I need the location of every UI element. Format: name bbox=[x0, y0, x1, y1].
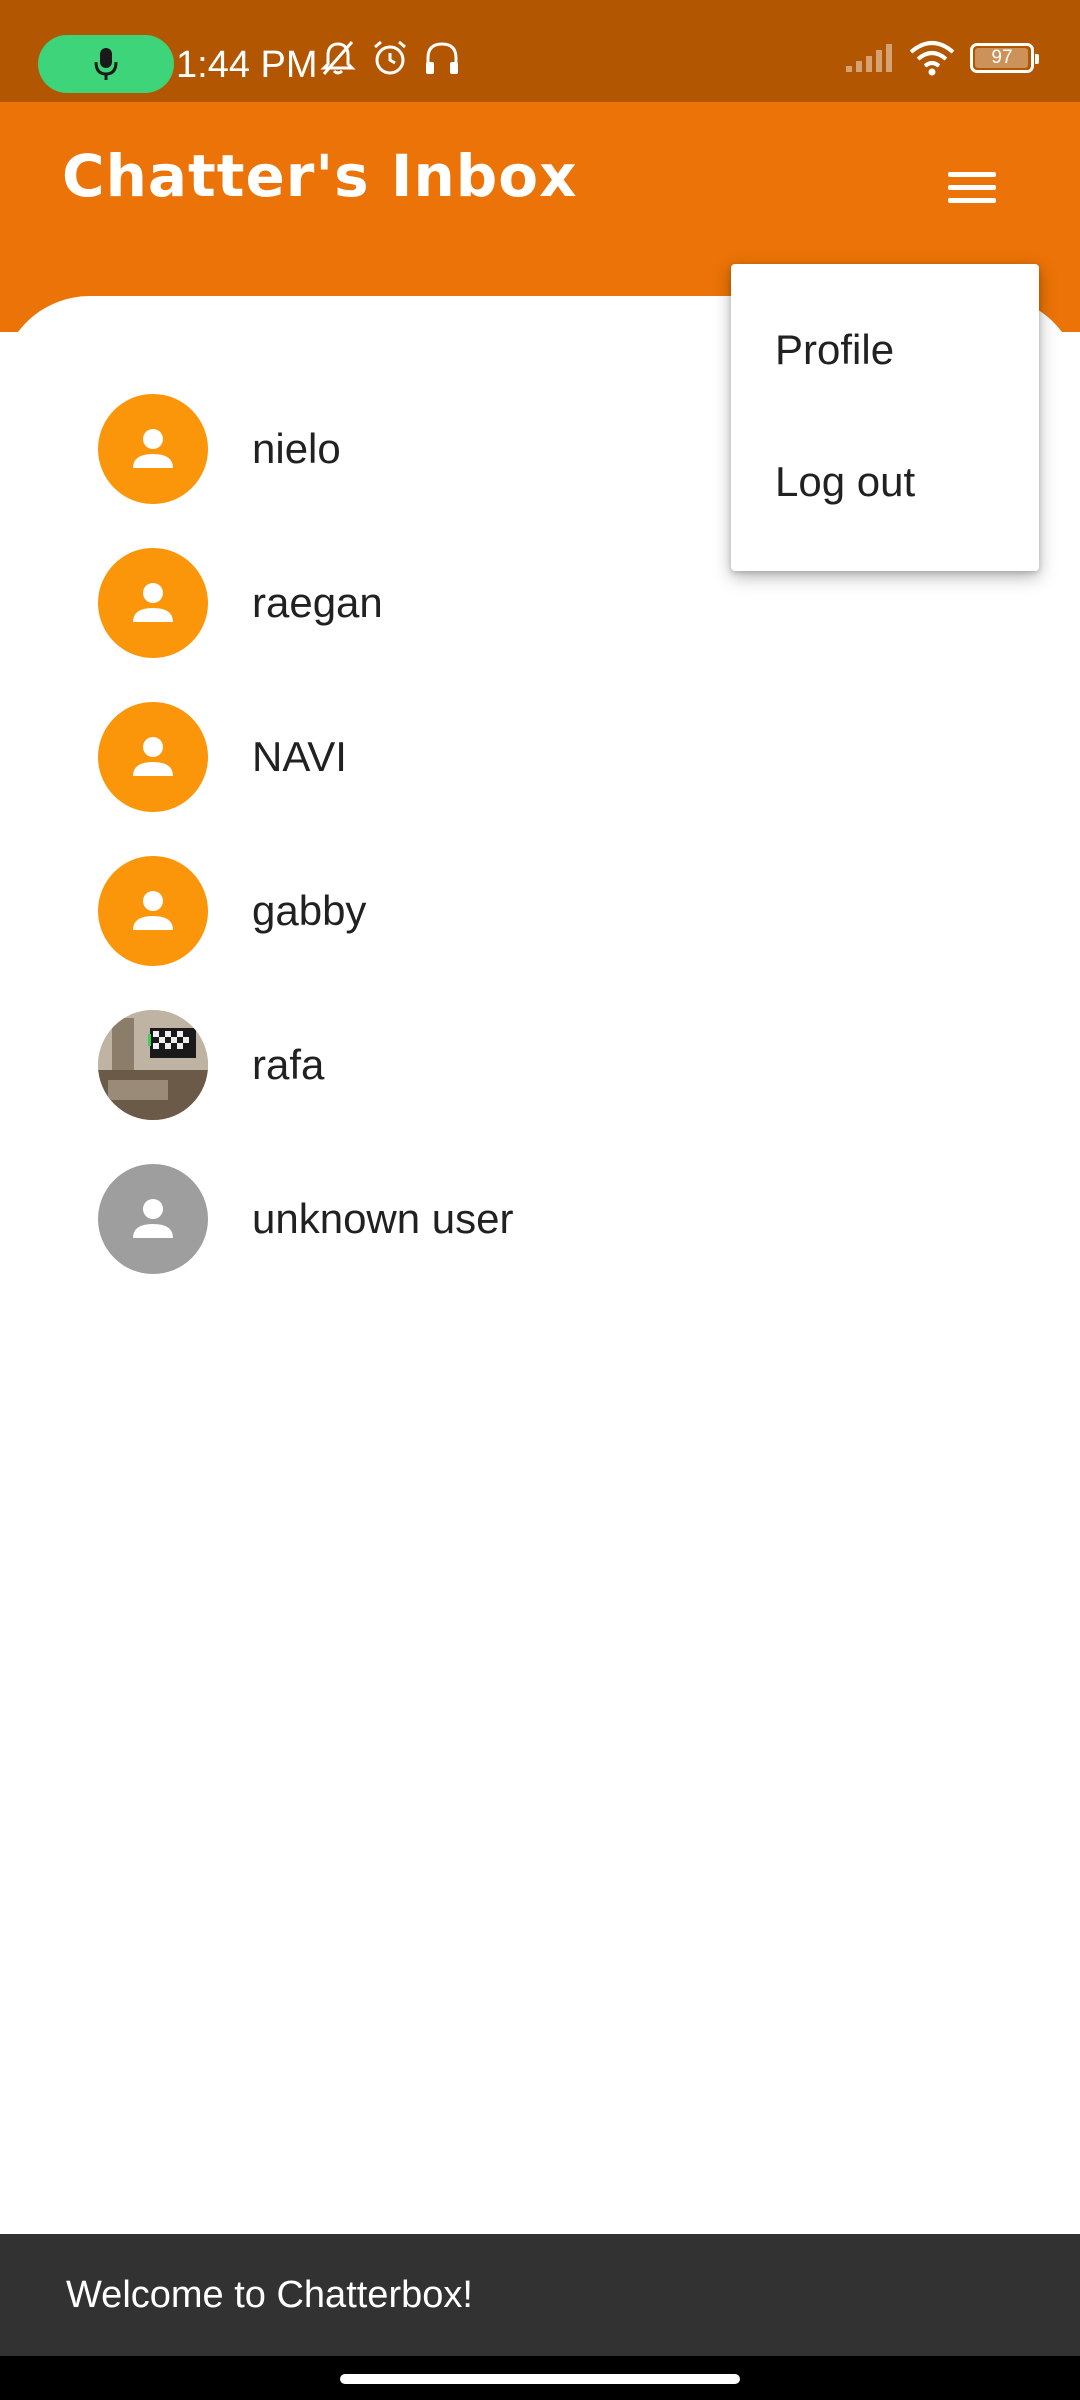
inbox-content: nielo raegan NAVI gabby rafa unknown use… bbox=[0, 296, 1080, 2236]
avatar bbox=[98, 394, 208, 504]
menu-button[interactable] bbox=[930, 146, 1014, 230]
battery-level: 97 bbox=[991, 47, 1013, 68]
list-item[interactable]: NAVI bbox=[0, 680, 1080, 834]
home-indicator[interactable] bbox=[340, 2374, 740, 2384]
person-icon bbox=[133, 1199, 173, 1238]
headset-icon bbox=[426, 42, 458, 74]
menu-item-logout[interactable]: Log out bbox=[731, 416, 1039, 548]
alarm-icon bbox=[374, 40, 406, 75]
user-name: NAVI bbox=[252, 733, 347, 780]
overflow-menu: Profile Log out bbox=[731, 264, 1039, 571]
list-item[interactable]: unknown user bbox=[0, 1142, 1080, 1296]
avatar bbox=[98, 548, 208, 658]
status-icons-right: 97 bbox=[844, 40, 1039, 76]
navigation-bar bbox=[0, 2356, 1080, 2400]
person-icon bbox=[133, 737, 173, 776]
user-name: gabby bbox=[252, 887, 367, 934]
user-name: nielo bbox=[252, 425, 341, 472]
status-icons-left bbox=[318, 38, 462, 78]
status-time: 1:44 PM bbox=[176, 44, 318, 86]
user-name: raegan bbox=[252, 579, 383, 626]
snackbar-message: Welcome to Chatterbox! bbox=[66, 2273, 473, 2316]
wifi-icon bbox=[909, 41, 955, 76]
battery-icon: 97 bbox=[970, 43, 1039, 73]
inbox-screen: 1:44 PM 97 Chatter's Inbox nielo raegan … bbox=[0, 0, 1080, 2400]
room-photo-image bbox=[98, 1010, 208, 1120]
avatar bbox=[98, 856, 208, 966]
avatar-photo bbox=[98, 1010, 208, 1120]
menu-item-profile[interactable]: Profile bbox=[731, 284, 1039, 416]
user-name: rafa bbox=[252, 1041, 325, 1088]
person-icon bbox=[133, 429, 173, 468]
page-title: Chatter's Inbox bbox=[62, 142, 578, 210]
signal-icon bbox=[846, 44, 892, 72]
avatar bbox=[98, 1164, 208, 1274]
mic-indicator[interactable] bbox=[38, 35, 174, 93]
mic-icon bbox=[94, 48, 118, 80]
list-item[interactable]: gabby bbox=[0, 834, 1080, 988]
status-bar: 1:44 PM 97 bbox=[0, 0, 1080, 102]
bell-off-icon bbox=[320, 41, 356, 75]
person-icon bbox=[133, 583, 173, 622]
list-item[interactable]: rafa bbox=[0, 988, 1080, 1142]
person-icon bbox=[133, 891, 173, 930]
snackbar: Welcome to Chatterbox! bbox=[0, 2234, 1080, 2356]
avatar bbox=[98, 702, 208, 812]
user-name: unknown user bbox=[252, 1195, 514, 1242]
hamburger-menu-icon bbox=[948, 172, 996, 203]
